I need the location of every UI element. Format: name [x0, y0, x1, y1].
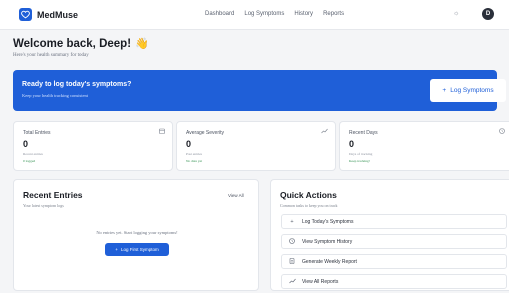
- nav-item-reports[interactable]: Reports: [323, 11, 344, 17]
- empty-state-text: No entries yet. Start logging your sympt…: [96, 230, 178, 235]
- view-all-link[interactable]: View All: [228, 193, 244, 198]
- action-label: View All Reports: [302, 278, 339, 285]
- history-icon: [288, 237, 296, 246]
- action-label: View Symptom History: [302, 238, 353, 245]
- log-symptoms-button[interactable]: + Log Symptoms: [430, 79, 506, 102]
- recent-entries-subtitle: Your latest symptom logs: [23, 203, 64, 208]
- top-navigation-bar: MedMuse Dashboard Log Symptoms History R…: [0, 0, 509, 30]
- recent-entries-panel: Recent Entries Your latest symptom logs …: [13, 179, 259, 291]
- log-first-symptom-button[interactable]: + Log First Symptom: [105, 243, 169, 256]
- action-label: Log Today's Symptoms: [302, 218, 354, 225]
- log-first-symptom-label: Log First Symptom: [120, 247, 159, 252]
- nav-item-log-symptoms[interactable]: Log Symptoms: [244, 11, 284, 17]
- brand[interactable]: MedMuse: [19, 8, 78, 21]
- stat-value: 0: [349, 139, 355, 149]
- stat-label: Total Entries: [23, 130, 51, 136]
- log-symptoms-button-label: Log Symptoms: [450, 87, 494, 94]
- stat-card-average-severity: Average Severity 0 Past entries No data …: [176, 121, 336, 171]
- stat-label: Recent Days: [349, 130, 378, 136]
- action-label: Generate Weekly Report: [302, 258, 357, 265]
- stat-trend: 0 logged: [23, 159, 36, 163]
- document-icon: [288, 257, 296, 266]
- avatar[interactable]: D: [482, 8, 494, 20]
- quick-actions-title: Quick Actions: [280, 190, 337, 200]
- action-view-all-reports[interactable]: View All Reports: [281, 274, 507, 289]
- stat-trend: No data yet: [186, 159, 203, 163]
- recent-entries-title: Recent Entries: [23, 190, 83, 200]
- action-log-todays-symptoms[interactable]: + Log Today's Symptoms: [281, 214, 507, 229]
- nav-item-dashboard[interactable]: Dashboard: [205, 11, 234, 17]
- action-view-symptom-history[interactable]: View Symptom History: [281, 234, 507, 249]
- trend-icon: [288, 278, 296, 286]
- stat-card-total-entries: Total Entries 0 Recent entries 0 logged: [13, 121, 173, 171]
- calendar-icon: [159, 128, 165, 136]
- plus-icon: +: [290, 218, 294, 225]
- stat-trend: Keep tracking!: [349, 159, 370, 163]
- page-title: Welcome back, Deep! 👋: [13, 37, 149, 51]
- stat-label: Average Severity: [186, 130, 224, 136]
- banner-title: Ready to log today's symptoms?: [22, 81, 132, 88]
- theme-toggle-icon[interactable]: ☼: [453, 10, 459, 17]
- stat-value: 0: [186, 139, 192, 149]
- action-generate-weekly-report[interactable]: Generate Weekly Report: [281, 254, 507, 269]
- log-symptoms-banner: Ready to log today's symptoms? Keep your…: [13, 70, 506, 111]
- main-nav: Dashboard Log Symptoms History Reports: [205, 11, 344, 17]
- quick-actions-panel: Quick Actions Common tasks to keep you o…: [270, 179, 509, 291]
- brand-name: MedMuse: [37, 9, 79, 20]
- banner-subtitle: Keep your health tracking consistent: [22, 93, 88, 98]
- plus-icon: +: [442, 87, 447, 94]
- heart-logo-icon: [19, 8, 32, 21]
- welcome-title: Welcome back, Deep!: [13, 37, 132, 50]
- stat-note: Days of tracking: [349, 152, 373, 156]
- stat-card-recent-days: Recent Days 0 Days of tracking Keep trac…: [339, 121, 509, 171]
- clock-icon: [499, 128, 505, 136]
- plus-icon: +: [115, 247, 118, 252]
- nav-item-history[interactable]: History: [294, 11, 313, 17]
- trend-icon: [321, 128, 328, 136]
- waving-hand-icon: 👋: [135, 38, 149, 50]
- welcome-subtitle: Here's your health summary for today: [13, 53, 89, 58]
- stat-value: 0: [23, 139, 29, 149]
- stat-note: Recent entries: [23, 152, 43, 156]
- quick-actions-subtitle: Common tasks to keep you on track: [280, 203, 338, 208]
- stat-note: Past entries: [186, 152, 203, 156]
